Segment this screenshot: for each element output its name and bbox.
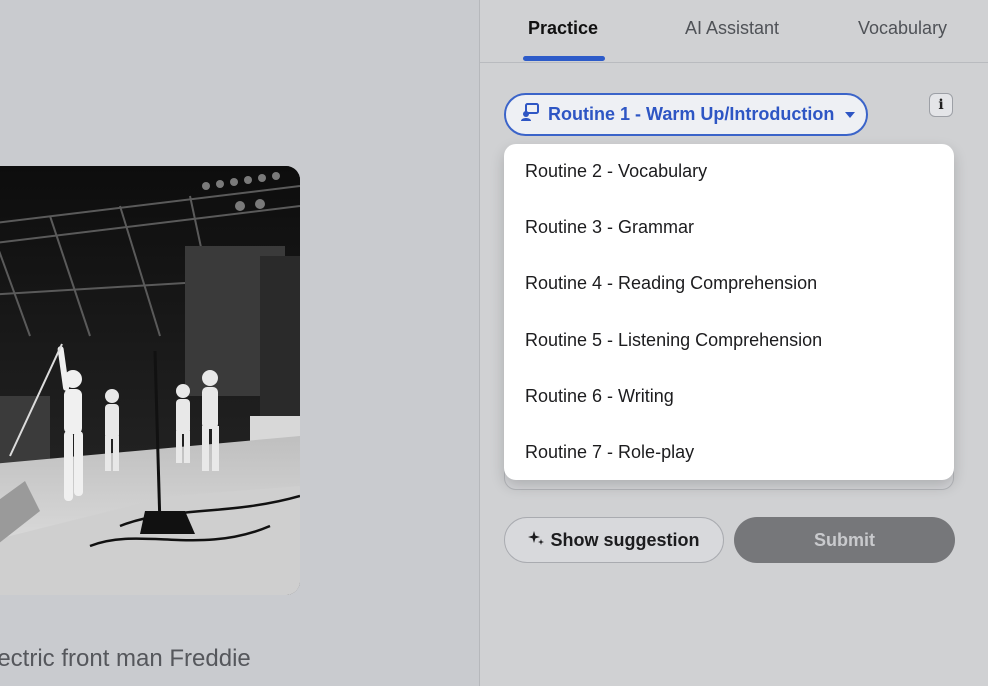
dropdown-item-routine-4[interactable]: Routine 4 - Reading Comprehension — [525, 273, 817, 294]
tab-bar: Practice AI Assistant Vocabulary — [480, 0, 988, 63]
show-suggestion-button[interactable]: Show suggestion — [504, 517, 724, 563]
routine-select[interactable]: Routine 1 - Warm Up/Introduction — [504, 93, 868, 136]
dropdown-item-routine-2[interactable]: Routine 2 - Vocabulary — [525, 161, 707, 182]
dropdown-item-routine-3[interactable]: Routine 3 - Grammar — [525, 217, 694, 238]
sparkle-icon — [528, 530, 545, 551]
routine-select-label: Routine 1 - Warm Up/Introduction — [548, 104, 835, 124]
submit-label: Submit — [814, 529, 875, 550]
presenter-icon — [520, 102, 540, 127]
show-suggestion-label: Show suggestion — [550, 529, 700, 550]
info-button[interactable]: i — [929, 93, 953, 117]
dropdown-item-routine-5[interactable]: Routine 5 - Listening Comprehension — [525, 330, 822, 351]
tab-practice[interactable]: Practice — [528, 18, 598, 39]
routine-dropdown-menu: Routine 2 - Vocabulary Routine 3 - Gramm… — [504, 144, 954, 480]
media-pane: lectric front man Freddie — [0, 0, 479, 686]
dropdown-item-routine-6[interactable]: Routine 6 - Writing — [525, 386, 674, 407]
caret-down-icon — [844, 106, 856, 124]
concert-photo — [0, 166, 300, 595]
tab-vocabulary[interactable]: Vocabulary — [858, 18, 947, 39]
dropdown-item-routine-7[interactable]: Routine 7 - Role-play — [525, 442, 694, 463]
active-tab-indicator — [523, 56, 605, 61]
practice-pane: Practice AI Assistant Vocabulary Routine… — [480, 0, 988, 686]
image-caption: lectric front man Freddie — [0, 645, 251, 672]
submit-button[interactable]: Submit — [734, 517, 955, 563]
tab-ai-assistant[interactable]: AI Assistant — [685, 18, 779, 39]
